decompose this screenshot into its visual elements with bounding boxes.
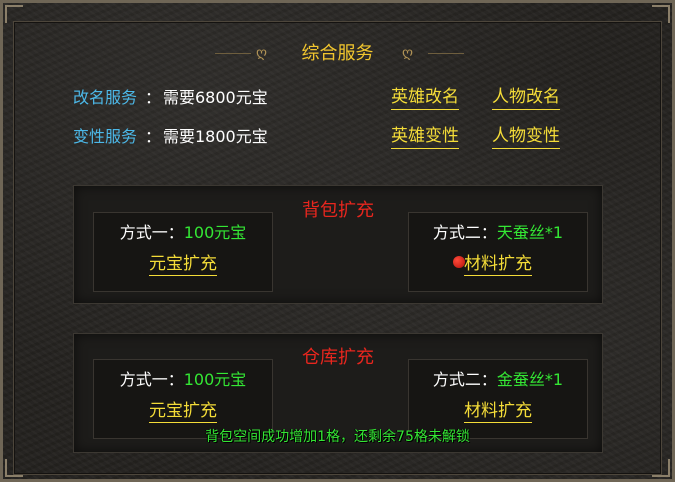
warehouse-method-1-line: 方式一：100元宝 — [94, 369, 272, 391]
character-gender-link[interactable]: 人物变性 — [492, 125, 560, 149]
warehouse-method-1-cost: 100元宝 — [183, 370, 247, 389]
warehouse-method-2-line: 方式二：金蚕丝*1 — [409, 369, 587, 391]
gender-colon: ： — [145, 127, 162, 146]
bag-method-1-action-wrap: 元宝扩充 — [94, 253, 272, 276]
warehouse-method-2-action-wrap: 材料扩充 — [409, 400, 587, 423]
bag-method-2-cost: 天蚕丝*1 — [496, 223, 564, 242]
bag-method-2-box: 方式二：天蚕丝*1 材料扩充 — [408, 212, 588, 292]
rename-service-label: 改名服务 — [73, 88, 138, 107]
warehouse-method-1-box: 方式一：100元宝 元宝扩充 — [93, 359, 273, 439]
warehouse-material-expand-link[interactable]: 材料扩充 — [464, 401, 532, 423]
bag-method-2-line: 方式二：天蚕丝*1 — [409, 222, 587, 244]
bag-method-2-action-wrap: 材料扩充 — [409, 253, 587, 276]
title-divider-right — [428, 53, 464, 54]
hero-gender-link[interactable]: 英雄变性 — [391, 125, 459, 149]
frame-corner-ornament — [5, 5, 23, 23]
gender-service-label: 变性服务 — [73, 127, 138, 146]
hero-rename-link[interactable]: 英雄改名 — [391, 86, 459, 110]
frame-corner-ornament — [652, 5, 670, 23]
title-row: ღ 综合服务 ღ — [0, 40, 675, 68]
rename-colon: ： — [145, 88, 162, 107]
bag-method-1-line: 方式一：100元宝 — [94, 222, 272, 244]
bag-expansion-panel: 背包扩充 方式一：100元宝 元宝扩充 方式二：天蚕丝*1 材料扩充 — [73, 185, 603, 304]
rename-cost: 需要6800元宝 — [163, 88, 268, 107]
bag-method-1-label: 方式一： — [119, 223, 184, 242]
warehouse-method-2-cost: 金蚕丝*1 — [496, 370, 564, 389]
bag-method-2-label: 方式二： — [432, 223, 497, 242]
system-notification-message: 背包空间成功增加1格，还剩余75格未解锁 — [205, 429, 470, 445]
page-title: 综合服务 — [301, 43, 374, 64]
bag-method-1-box: 方式一：100元宝 元宝扩充 — [93, 212, 273, 292]
warehouse-method-1-label: 方式一： — [119, 370, 184, 389]
bag-method-1-cost: 100元宝 — [183, 223, 247, 242]
warehouse-method-2-box: 方式二：金蚕丝*1 材料扩充 — [408, 359, 588, 439]
warehouse-yuanbao-expand-link[interactable]: 元宝扩充 — [149, 401, 217, 423]
bag-yuanbao-expand-link[interactable]: 元宝扩充 — [149, 254, 217, 276]
warehouse-method-2-label: 方式二： — [432, 370, 497, 389]
gender-cost: 需要1800元宝 — [163, 127, 268, 146]
scroll-ornament-icon: ღ — [402, 45, 414, 61]
notification-dot-icon — [453, 256, 465, 268]
bag-material-expand-link[interactable]: 材料扩充 — [464, 254, 532, 276]
frame-corner-ornament — [652, 459, 670, 477]
warehouse-method-1-action-wrap: 元宝扩充 — [94, 400, 272, 423]
character-rename-link[interactable]: 人物改名 — [492, 86, 560, 110]
frame-corner-ornament — [5, 459, 23, 477]
